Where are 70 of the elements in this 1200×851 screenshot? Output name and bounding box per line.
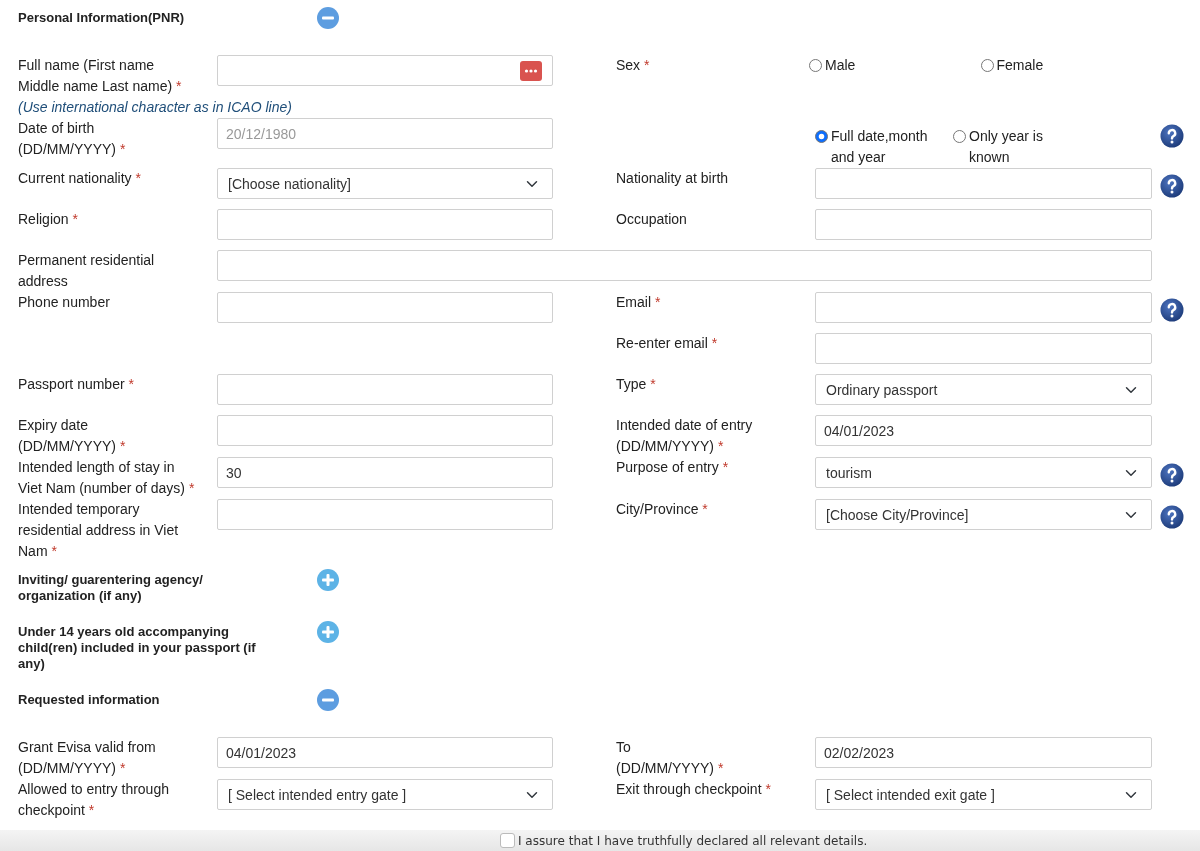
field-label: Passport number * bbox=[18, 375, 135, 394]
field-label: Intended temporary residential address in Viet Nam * bbox=[18, 500, 180, 561]
dropdown[interactable]: tourism bbox=[815, 457, 1152, 488]
help-icon[interactable] bbox=[1160, 124, 1184, 148]
field-label: To (DD/MM/YYYY) * bbox=[616, 738, 725, 778]
field-label: Type * bbox=[616, 375, 657, 394]
field-label: Sex * bbox=[616, 56, 651, 75]
field-label: Grant Evisa valid from (DD/MM/YYYY) * bbox=[18, 738, 157, 778]
help-icon[interactable] bbox=[1160, 505, 1184, 529]
field-label: Intended date of entry (DD/MM/YYYY) * bbox=[616, 416, 754, 456]
field-label: Intended length of stay in Viet Nam (number of days) * bbox=[18, 458, 196, 498]
field-label: Current nationality * bbox=[18, 169, 142, 188]
dots-icon[interactable] bbox=[520, 61, 542, 81]
field-label: Expiry date (DD/MM/YYYY) * bbox=[18, 416, 127, 456]
section-title: Under 14 years old accompanying child(ren) included in your passport (if any) bbox=[18, 624, 257, 672]
field-label: Phone number bbox=[18, 293, 111, 312]
field-label: Exit through checkpoint * bbox=[616, 780, 772, 799]
field-label: Date of birth (DD/MM/YYYY) * bbox=[18, 119, 127, 159]
input-field[interactable] bbox=[217, 250, 1152, 281]
field-label: City/Province * bbox=[616, 500, 709, 519]
section-title: Personal Information(PNR) bbox=[18, 10, 186, 26]
radio-label[interactable]: Full date,month and year bbox=[831, 126, 941, 168]
dropdown[interactable]: Ordinary passport bbox=[815, 374, 1152, 405]
radio-button[interactable] bbox=[809, 59, 822, 72]
input-field[interactable]: 20/12/1980 bbox=[217, 118, 553, 149]
help-icon[interactable] bbox=[1160, 174, 1184, 198]
input-field[interactable] bbox=[217, 292, 553, 323]
dropdown[interactable]: [ Select intended entry gate ] bbox=[217, 779, 553, 810]
field-label: Permanent residential address bbox=[18, 251, 156, 291]
expand-icon[interactable] bbox=[317, 621, 339, 643]
field-label: Full name (First name Middle name Last name) * bbox=[18, 56, 183, 96]
field-label: Allowed to entry through checkpoint * bbox=[18, 780, 170, 820]
section-title: Requested information bbox=[18, 692, 161, 708]
input-field[interactable]: 04/01/2023 bbox=[217, 737, 553, 768]
input-field[interactable]: 04/01/2023 bbox=[815, 415, 1152, 446]
dropdown[interactable]: [Choose City/Province] bbox=[815, 499, 1152, 530]
field-label: Purpose of entry * bbox=[616, 458, 730, 477]
input-field[interactable] bbox=[217, 55, 553, 86]
radio-button[interactable] bbox=[815, 130, 828, 143]
input-field[interactable]: 02/02/2023 bbox=[815, 737, 1152, 768]
field-label: Email * bbox=[616, 293, 662, 312]
radio-button[interactable] bbox=[953, 130, 966, 143]
field-label: Occupation bbox=[616, 210, 688, 229]
expand-icon[interactable] bbox=[317, 569, 339, 591]
input-field[interactable] bbox=[815, 168, 1152, 199]
field-label: Re-enter email * bbox=[616, 334, 719, 353]
input-field[interactable] bbox=[815, 209, 1152, 240]
field-label: Religion * bbox=[18, 210, 79, 229]
radio-label[interactable]: Female bbox=[996, 55, 1044, 76]
input-field[interactable] bbox=[217, 415, 553, 446]
input-field[interactable] bbox=[815, 333, 1152, 364]
declaration-text: I assure that I have truthfully declared all relevant details. bbox=[518, 832, 868, 850]
collapse-icon[interactable] bbox=[317, 689, 339, 711]
help-icon[interactable] bbox=[1160, 463, 1184, 487]
input-field[interactable] bbox=[217, 374, 553, 405]
checkbox[interactable] bbox=[500, 833, 515, 848]
field-note: (Use international character as in ICAO line) bbox=[18, 98, 292, 117]
radio-button[interactable] bbox=[980, 59, 994, 72]
field-label: Nationality at birth bbox=[616, 169, 730, 188]
input-field[interactable]: 30 bbox=[217, 457, 553, 488]
dropdown[interactable]: [Choose nationality] bbox=[217, 168, 553, 199]
help-icon[interactable] bbox=[1160, 298, 1184, 322]
radio-label[interactable]: Male bbox=[825, 55, 856, 76]
collapse-icon[interactable] bbox=[317, 7, 339, 29]
input-field[interactable] bbox=[815, 292, 1152, 323]
input-field[interactable] bbox=[217, 499, 553, 530]
input-field[interactable] bbox=[217, 209, 553, 240]
section-title: Inviting/ guarentering agency/ organization (if any) bbox=[18, 572, 204, 604]
dropdown[interactable]: [ Select intended exit gate ] bbox=[815, 779, 1152, 810]
radio-label[interactable]: Only year is known bbox=[969, 126, 1079, 168]
